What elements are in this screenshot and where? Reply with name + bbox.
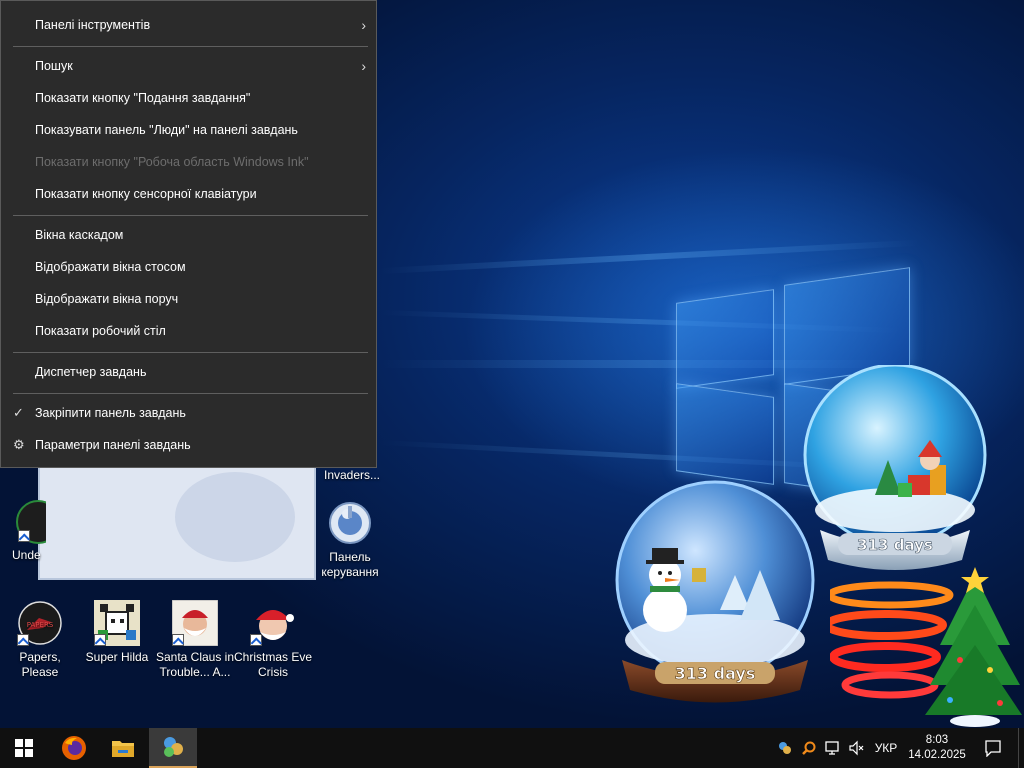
menu-item-label: Показувати панель "Люди" на панелі завда… xyxy=(35,123,298,137)
search-icon xyxy=(802,741,816,755)
menu-item-label: Диспетчер завдань xyxy=(35,365,147,379)
super-hilda-icon xyxy=(94,600,140,646)
desktop-icon-label: Super Hilda xyxy=(85,650,149,664)
clock-time: 8:03 xyxy=(925,734,949,746)
undertale-icon xyxy=(16,500,46,544)
menu-item-label: Відображати вікна поруч xyxy=(35,292,179,306)
menu-item-label: Вікна каскадом xyxy=(35,228,124,242)
light-beam xyxy=(379,239,920,274)
shortcut-arrow-icon xyxy=(94,634,106,646)
checkmark-icon: ✓ xyxy=(13,405,24,420)
christmas-eve-crisis-icon xyxy=(250,600,296,646)
desktop-icon-invaders[interactable]: Invaders... xyxy=(312,468,392,483)
taskbar-active-app[interactable] xyxy=(149,728,197,768)
menu-item-taskbar-settings[interactable]: ⚙ Параметри панелі завдань xyxy=(1,430,376,460)
network-icon xyxy=(825,741,839,755)
menu-separator xyxy=(13,215,368,216)
menu-item-toolbars[interactable]: Панелі інструментів › xyxy=(1,10,376,40)
menu-item-label: Пошук xyxy=(35,59,73,73)
desktop-icon-papers-please[interactable]: PAPERS Papers, Please xyxy=(0,600,80,680)
tray-app-icon[interactable] xyxy=(774,728,796,768)
tray-language-indicator[interactable]: УКР xyxy=(870,728,902,768)
tray-volume-button[interactable] xyxy=(846,728,868,768)
taskbar-file-explorer[interactable] xyxy=(99,728,147,768)
desktop-icon-label: Christmas Eve Crisis xyxy=(233,650,313,679)
menu-item-task-manager[interactable]: Диспетчер завдань xyxy=(1,357,376,387)
windows-start-icon xyxy=(15,739,33,757)
menu-item-label: Відображати вікна стосом xyxy=(35,260,186,274)
shortcut-arrow-icon xyxy=(17,634,29,646)
menu-item-label: Показати кнопку "Робоча область Windows … xyxy=(35,155,309,169)
papers-please-icon: PAPERS xyxy=(17,600,63,646)
chevron-right-icon: › xyxy=(361,58,366,74)
santa-claus-icon xyxy=(171,599,219,647)
menu-item-label: Показати робочий стіл xyxy=(35,324,166,338)
gear-icon: ⚙ xyxy=(13,437,25,452)
menu-item-lock-taskbar[interactable]: ✓ Закріпити панель завдань xyxy=(1,398,376,428)
file-explorer-icon xyxy=(112,741,134,757)
menu-item-stack-windows[interactable]: Відображати вікна стосом xyxy=(1,252,376,282)
menu-item-label: Показати кнопку сенсорної клавіатури xyxy=(35,187,257,201)
menu-item-touch-keyboard[interactable]: Показати кнопку сенсорної клавіатури xyxy=(1,179,376,209)
desktop-icon-label: Santa Claus in Trouble... A... xyxy=(155,650,235,679)
menu-item-label: Параметри панелі завдань xyxy=(35,438,191,452)
action-center-button[interactable] xyxy=(976,728,1010,768)
desktop-icon-control-panel[interactable]: Панель керування xyxy=(310,500,390,580)
menu-separator xyxy=(13,46,368,47)
tray-search-icon[interactable] xyxy=(798,728,820,768)
snow-globe-right: 313 days xyxy=(803,365,987,570)
clock-date: 14.02.2025 xyxy=(908,749,966,761)
taskbar[interactable]: УКР 8:03 14.02.2025 xyxy=(0,728,1024,768)
firefox-icon xyxy=(62,736,86,760)
desktop-icon-label: Unde xyxy=(12,548,41,562)
menu-item-label: Закріпити панель завдань xyxy=(35,406,186,420)
game-icon xyxy=(164,737,183,757)
preview-image xyxy=(175,472,295,562)
menu-item-task-view-button[interactable]: Показати кнопку "Подання завдання" xyxy=(1,83,376,113)
control-panel-icon xyxy=(327,500,373,546)
desktop-icon-label: Papers, Please xyxy=(19,650,61,679)
menu-item-show-desktop[interactable]: Показати робочий стіл xyxy=(1,316,376,346)
windows-logo-pane xyxy=(676,289,774,389)
menu-separator xyxy=(13,393,368,394)
desktop-icon-super-hilda[interactable]: Super Hilda xyxy=(77,600,157,665)
windows-logo-pane xyxy=(676,383,774,485)
notification-icon xyxy=(985,740,1001,757)
menu-item-label: Показати кнопку "Подання завдання" xyxy=(35,91,251,105)
menu-separator xyxy=(13,352,368,353)
svg-text:PAPERS: PAPERS xyxy=(27,621,54,629)
game-icon xyxy=(779,742,791,754)
shortcut-arrow-icon xyxy=(18,530,30,542)
desktop-icon-christmas-eve-crisis[interactable]: Christmas Eve Crisis xyxy=(233,600,313,680)
shortcut-arrow-icon xyxy=(250,634,262,646)
taskbar-firefox[interactable] xyxy=(50,728,98,768)
menu-item-side-by-side[interactable]: Відображати вікна поруч xyxy=(1,284,376,314)
shortcut-arrow-icon xyxy=(172,634,184,646)
taskbar-context-menu: Панелі інструментів › Пошук › Показати к… xyxy=(0,0,377,468)
menu-item-search[interactable]: Пошук › xyxy=(1,51,376,81)
tray-network-button[interactable] xyxy=(822,728,844,768)
menu-item-people-bar[interactable]: Показувати панель "Люди" на панелі завда… xyxy=(1,115,376,145)
show-desktop-strip[interactable] xyxy=(1018,728,1024,768)
christmas-tree-decoration xyxy=(830,567,1022,727)
desktop-icon-santa-claus[interactable]: Santa Claus in Trouble... A... xyxy=(155,599,235,680)
start-button[interactable] xyxy=(0,728,48,768)
tray-clock[interactable]: 8:03 14.02.2025 xyxy=(904,728,970,768)
desktop-icon-undertale[interactable]: Unde xyxy=(0,500,46,563)
globe-right-counter: 313 days xyxy=(857,536,933,554)
globe-left-counter: 313 days xyxy=(675,664,756,683)
volume-muted-icon xyxy=(849,740,864,756)
menu-item-label: Панелі інструментів xyxy=(35,18,151,32)
desktop-icon-label: Invaders... xyxy=(323,468,381,482)
chevron-right-icon: › xyxy=(361,17,366,33)
menu-item-cascade-windows[interactable]: Вікна каскадом xyxy=(1,220,376,250)
desktop-icon-label: Панель керування xyxy=(321,550,379,579)
menu-item-windows-ink: Показати кнопку "Робоча область Windows … xyxy=(1,147,376,177)
